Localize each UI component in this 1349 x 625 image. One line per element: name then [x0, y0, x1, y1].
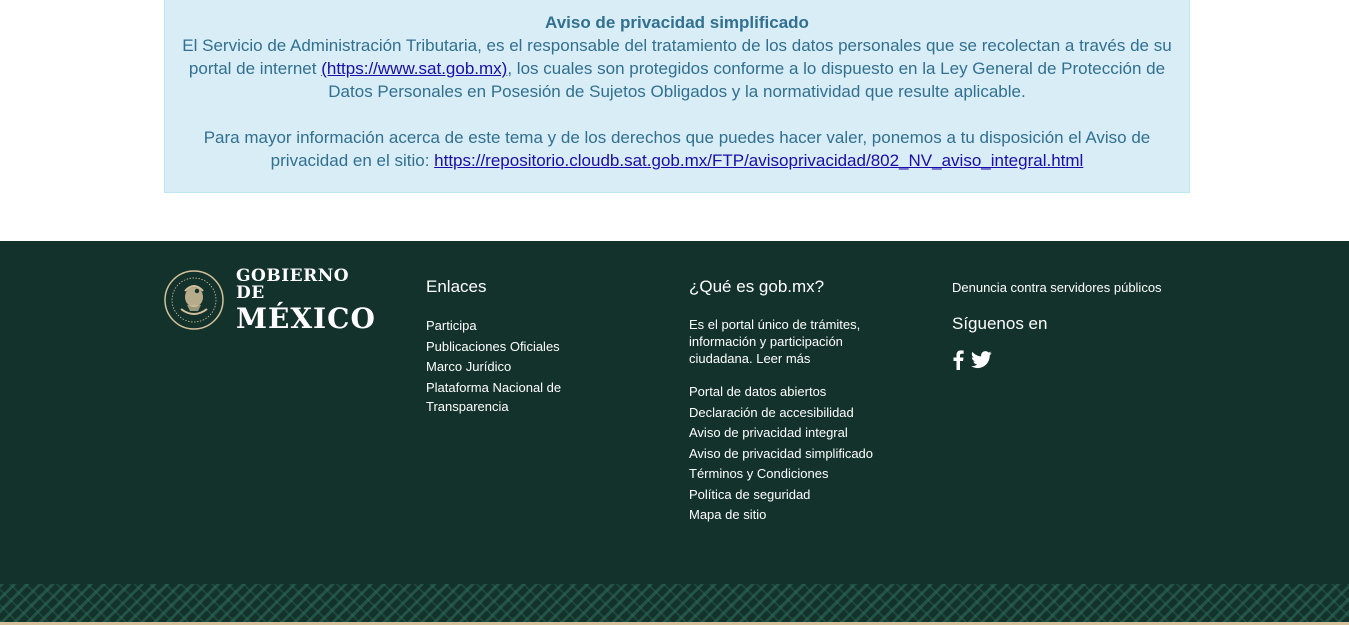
enlaces-heading: Enlaces	[426, 277, 487, 296]
footer-link-privacidad-simplificado[interactable]: Aviso de privacidad simplificado	[689, 444, 909, 463]
privacy-notice-box: Aviso de privacidad simplificado El Serv…	[164, 0, 1190, 193]
privacy-notice-paragraph-1: El Servicio de Administración Tributaria…	[179, 34, 1175, 103]
sat-website-link[interactable]: (https://www.sat.gob.mx)	[321, 59, 507, 78]
site-footer: GOBIERNO DE MÉXICO Enlaces Participa Pub…	[0, 241, 1349, 584]
logo-line-2: MÉXICO	[236, 301, 376, 335]
footer-link-seguridad[interactable]: Política de seguridad	[689, 485, 909, 504]
que-es-list: Portal de datos abiertos Declaración de …	[689, 382, 909, 524]
footer-link-datos-abiertos[interactable]: Portal de datos abiertos	[689, 382, 909, 401]
footer-link-accesibilidad[interactable]: Declaración de accesibilidad	[689, 403, 909, 422]
national-seal-icon	[164, 270, 224, 330]
footer-social-column: Denuncia contra servidores públicos Sígu…	[952, 279, 1192, 370]
que-es-description[interactable]: Es el portal único de trámites, informac…	[689, 316, 889, 367]
footer-link-terminos[interactable]: Términos y Condiciones	[689, 464, 909, 483]
siguenos-heading: Síguenos en	[952, 314, 1048, 333]
privacy-integral-link[interactable]: https://repositorio.cloudb.sat.gob.mx/FT…	[434, 151, 1083, 170]
social-icons	[952, 350, 1192, 370]
privacy-notice-paragraph-2: Para mayor información acerca de este te…	[179, 126, 1175, 172]
logo-line-1: GOBIERNO DE	[236, 265, 350, 303]
footer-link-marco-juridico[interactable]: Marco Jurídico	[426, 357, 586, 376]
footer-que-es-column: ¿Qué es gob.mx? Es el portal único de tr…	[689, 277, 909, 526]
twitter-icon[interactable]	[970, 350, 992, 370]
footer-link-transparencia[interactable]: Plataforma Nacional de Transparencia	[426, 378, 586, 416]
footer-link-participa[interactable]: Participa	[426, 316, 586, 335]
footer-link-mapa-sitio[interactable]: Mapa de sitio	[689, 505, 909, 524]
gobierno-de-mexico-logo[interactable]: GOBIERNO DE MÉXICO	[163, 265, 383, 335]
facebook-icon[interactable]	[952, 350, 964, 370]
footer-enlaces-column: Enlaces Participa Publicaciones Oficiale…	[426, 277, 586, 417]
que-es-heading: ¿Qué es gob.mx?	[689, 277, 825, 296]
denuncia-link[interactable]: Denuncia contra servidores públicos	[952, 279, 1192, 297]
footer-link-publicaciones[interactable]: Publicaciones Oficiales	[426, 337, 586, 356]
privacy-notice-title: Aviso de privacidad simplificado	[545, 13, 809, 32]
footer-decorative-pattern	[0, 584, 1349, 622]
footer-link-privacidad-integral[interactable]: Aviso de privacidad integral	[689, 423, 909, 442]
enlaces-list: Participa Publicaciones Oficiales Marco …	[426, 316, 586, 416]
